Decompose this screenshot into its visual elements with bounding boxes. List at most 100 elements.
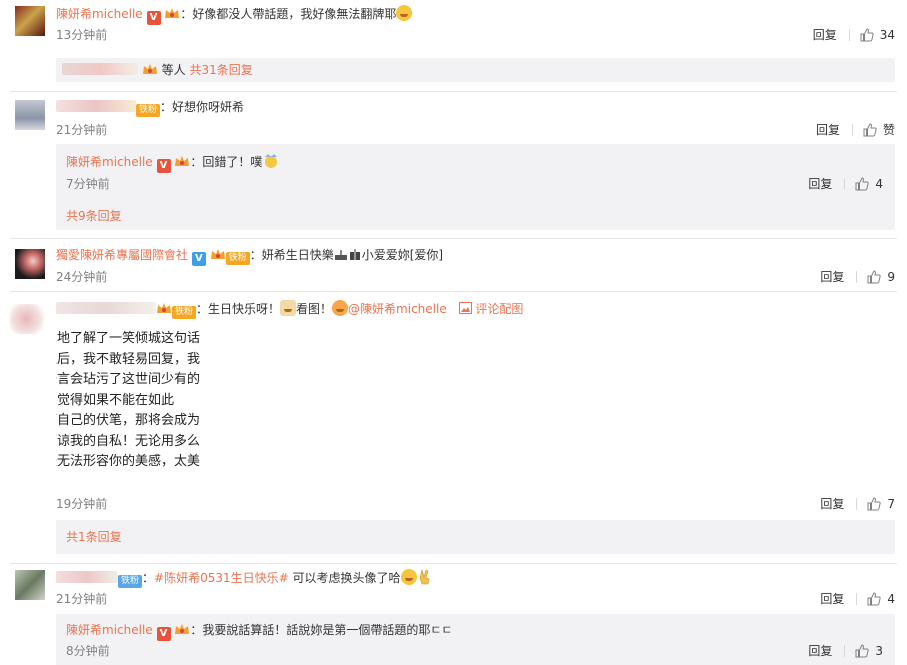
blurred-username bbox=[56, 302, 156, 314]
username-link[interactable]: 陳妍希michelle bbox=[56, 7, 143, 21]
comment-text-2: 看图！ bbox=[296, 302, 333, 316]
like-count: 34 bbox=[879, 28, 895, 42]
reply-content: 陳妍希michelle V ：我要說話算話！話說妳是第一個帶話題的耶ㄷㄷ bbox=[66, 622, 452, 641]
crown-badge-icon bbox=[210, 249, 225, 259]
like-button[interactable]: 4 bbox=[867, 591, 895, 607]
username-link[interactable]: 獨愛陳妍希專屬國際會社 bbox=[56, 248, 188, 262]
reply-button[interactable]: 回复 bbox=[820, 269, 844, 285]
timestamp: 8分钟前 bbox=[66, 644, 110, 658]
more-replies-link[interactable]: 共9条回复 bbox=[66, 209, 122, 223]
thumbs-up-icon bbox=[867, 497, 882, 511]
reply-button[interactable]: 回复 bbox=[808, 176, 832, 192]
avatar[interactable] bbox=[15, 570, 45, 600]
reply-button[interactable]: 回复 bbox=[820, 496, 844, 512]
comment-image[interactable]: 深地了解了一笑倾城这句话 之后，我不敢轻易回复，我 语言会玷污了这世间少有的 ！… bbox=[56, 329, 222, 479]
verified-icon: V bbox=[156, 627, 171, 641]
comment-text: ： bbox=[142, 571, 155, 585]
verified-icon: V bbox=[156, 159, 171, 173]
wink-tongue-emoji-icon bbox=[400, 569, 417, 585]
like-button[interactable]: 4 bbox=[855, 176, 883, 192]
reply-content: 陳妍希michelle V ：回錯了！噗 bbox=[66, 153, 280, 173]
divider bbox=[844, 645, 846, 657]
comment-content: 铁粉 ：#陈妍希0531生日快乐# 可以考虑换头像了哈 bbox=[56, 568, 433, 588]
letter-line: 是无法形容你的美感，太美 bbox=[56, 454, 201, 469]
like-count: 4 bbox=[875, 177, 883, 191]
reply-button[interactable]: 回复 bbox=[813, 27, 837, 43]
fan-badge: 铁粉 bbox=[225, 252, 250, 265]
blurred-username bbox=[62, 63, 138, 75]
timestamp: 21分钟前 bbox=[56, 123, 108, 137]
more-replies-row: 共9条回复 bbox=[66, 208, 122, 224]
like-count: 7 bbox=[887, 497, 895, 511]
like-button[interactable]: 9 bbox=[867, 269, 895, 285]
more-replies-link[interactable]: 共1条回复 bbox=[66, 530, 122, 544]
avatar[interactable] bbox=[10, 304, 46, 334]
hashtag-link[interactable]: #陈妍希0531生日快乐# bbox=[154, 571, 289, 585]
thumbs-up-icon bbox=[855, 644, 870, 658]
divider bbox=[10, 238, 897, 239]
reply-actions: 回复 4 bbox=[808, 176, 883, 192]
avatar[interactable] bbox=[15, 100, 45, 130]
blurred-username bbox=[56, 571, 118, 583]
thumbs-up-icon bbox=[855, 177, 870, 191]
letter-line: 深地了解了一笑倾城这句话 bbox=[56, 331, 201, 346]
more-replies-link[interactable]: 共31条回复 bbox=[190, 63, 253, 77]
avatar[interactable] bbox=[15, 249, 45, 279]
divider bbox=[856, 593, 858, 605]
sub-reply-summary: 等人 共31条回复 bbox=[56, 58, 895, 82]
letter-line: 之后，我不敢轻易回复，我 bbox=[56, 351, 201, 367]
thumbs-up-icon bbox=[867, 592, 882, 606]
divider bbox=[10, 563, 897, 564]
username-link[interactable]: 陳妍希michelle bbox=[66, 155, 153, 169]
divider bbox=[856, 498, 858, 510]
thumbs-up-icon bbox=[863, 123, 877, 137]
verified-icon: V bbox=[146, 11, 161, 25]
like-count: 4 bbox=[887, 592, 895, 606]
comment-text-2: 可以考虑换头像了哈 bbox=[288, 571, 401, 585]
reply-text: ：我要說話算話！話說妳是第一個帶話題的耶ㄷㄷ bbox=[190, 623, 453, 637]
comment-pic-link[interactable]: 评论配图 bbox=[458, 302, 524, 316]
like-button[interactable]: 7 bbox=[867, 496, 895, 512]
letter-line: 语言会玷污了这世间少有的 bbox=[56, 372, 201, 387]
summary-line: 等人 共31条回复 bbox=[62, 62, 253, 78]
divider bbox=[10, 291, 897, 292]
fan-badge: 铁粉 bbox=[136, 104, 161, 117]
reply-button[interactable]: 回复 bbox=[816, 122, 840, 138]
like-count: 9 bbox=[887, 270, 895, 284]
timestamp: 24分钟前 bbox=[56, 270, 108, 284]
comment-content: 铁粉 ：生日快乐呀！ 看图！ @陳妍希michelle 评论配图 bbox=[56, 300, 523, 319]
timestamp: 13分钟前 bbox=[56, 28, 108, 42]
comment-text-2: 小爱爱妳[爱你] bbox=[361, 248, 444, 262]
divider bbox=[848, 29, 850, 41]
mention-link[interactable]: @陳妍希michelle bbox=[348, 302, 447, 316]
like-count: 3 bbox=[875, 644, 883, 658]
username-link[interactable]: 陳妍希michelle bbox=[66, 623, 153, 637]
comment-pic-label: 评论配图 bbox=[475, 302, 524, 316]
comment-content: 铁粉 ：好想你呀妍希 bbox=[56, 99, 244, 117]
comment-content: 獨愛陳妍希專屬國際會社 V 铁粉 ：妍希生日快樂 小爱爱妳[爱你] bbox=[56, 247, 443, 266]
comment-actions: 回复 赞 bbox=[816, 122, 895, 138]
victory-hand-icon bbox=[419, 568, 429, 585]
comment-text: ：生日快乐呀！ bbox=[196, 302, 281, 316]
letter-line: 原谅我的自私！无论用多么 bbox=[56, 433, 201, 449]
crown-badge-icon bbox=[142, 64, 157, 74]
reply-actions: 回复 3 bbox=[808, 643, 883, 659]
like-button[interactable]: 赞 bbox=[863, 122, 895, 138]
timestamp: 7分钟前 bbox=[66, 177, 110, 191]
avatar[interactable] bbox=[15, 6, 45, 36]
comment-text: ：好想你呀妍希 bbox=[160, 100, 245, 114]
reply-button[interactable]: 回复 bbox=[820, 591, 844, 607]
verified-icon: V bbox=[191, 252, 206, 266]
divider bbox=[856, 271, 858, 283]
like-label: 赞 bbox=[882, 123, 895, 137]
divider bbox=[10, 91, 897, 92]
comment-actions: 回复 9 bbox=[820, 269, 895, 285]
comment-content: 陳妍希michelle V ：好像都没人帶話題，我好像無法翻牌耶 bbox=[56, 5, 413, 25]
crown-badge-icon bbox=[165, 8, 180, 18]
reply-text: ：回錯了！噗 bbox=[190, 155, 263, 169]
reply-button[interactable]: 回复 bbox=[808, 643, 832, 659]
like-button[interactable]: 3 bbox=[855, 643, 883, 659]
like-button[interactable]: 34 bbox=[860, 27, 895, 43]
blurred-username bbox=[56, 100, 136, 112]
crown-badge-icon bbox=[157, 303, 171, 313]
